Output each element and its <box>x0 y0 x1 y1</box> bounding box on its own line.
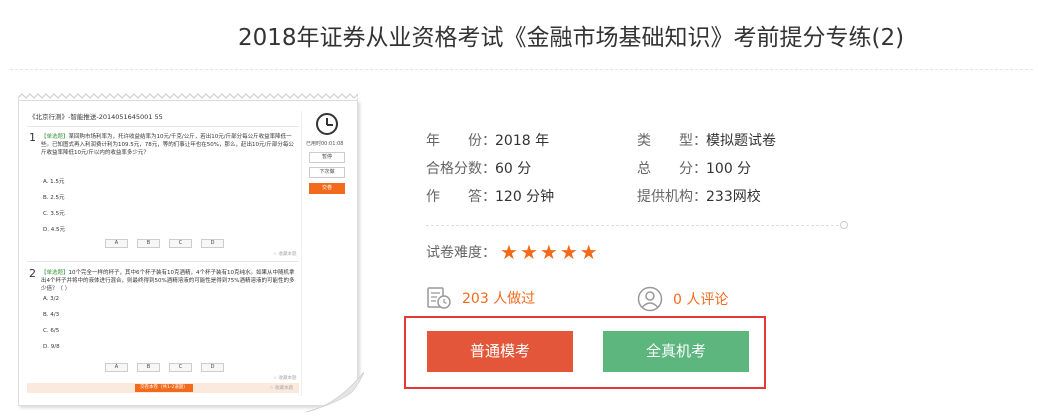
choice-c: C <box>169 239 192 248</box>
question-option: B. 2.5元 <box>43 195 65 201</box>
clock-icon <box>316 113 338 135</box>
star-icon: ★ <box>519 240 538 264</box>
star-icon: ★ <box>559 240 578 264</box>
paper-side-divider <box>301 111 302 396</box>
question-option: C. 6/5 <box>43 328 60 334</box>
info-year-label: 年 份： <box>426 133 496 149</box>
info-total-label: 总 分： <box>637 161 707 177</box>
choice-a: A <box>105 363 128 372</box>
choice-c: C <box>169 363 192 372</box>
info-time-label: 作 答： <box>426 189 496 205</box>
question-number: 1 <box>29 131 36 144</box>
info-pass-value: 60 分 <box>495 161 532 177</box>
document-clock-icon <box>427 287 451 309</box>
info-total: 总 分：100 分 <box>637 158 751 178</box>
choice-b: B <box>137 239 160 248</box>
star-icon: ★ <box>579 240 598 264</box>
choice-d: D <box>201 363 224 372</box>
user-avatar-icon <box>637 286 663 312</box>
question-text: 【单选题】某回购市场利率为，托许收益结率为10元/千克/公斤，若出10元/斤部分… <box>41 133 297 157</box>
later-button: 下次做 <box>309 167 345 178</box>
paper-submit-all: 交卷本卷（共1-2道题） <box>135 384 193 392</box>
star-icon: ★ <box>500 240 518 264</box>
info-year-value: 2018 年 <box>495 133 550 149</box>
question-option: A. 3/2 <box>43 296 60 302</box>
page-title: 2018年证券从业资格考试《金融市场基础知识》考前提分专练(2) <box>238 25 905 51</box>
question-number: 2 <box>29 267 36 280</box>
info-divider <box>426 225 844 226</box>
collect-link: ☆ 收藏本题 <box>273 252 297 257</box>
paper-sheet: 《北京行测》-智能推送-2014051645001 55 已用时00:01:08… <box>18 100 358 406</box>
choice-d: D <box>201 239 224 248</box>
difficulty-label: 试卷难度： <box>426 245 496 261</box>
star-icon: ★ <box>539 240 558 264</box>
comment-count: 0 人评论 <box>637 286 728 312</box>
normal-mock-exam-button[interactable]: 普通模考 <box>427 331 573 372</box>
info-org: 提供机构：233网校 <box>637 186 761 206</box>
info-type-label: 类 型： <box>637 133 707 149</box>
question-text: 【单选题】10个完全一样的杯子，其中6个杯子装有10克酒精，4个杯子装有10克纯… <box>41 269 297 293</box>
real-computer-exam-button[interactable]: 全真机考 <box>603 331 749 372</box>
collect-link: ☆ 收藏本题 <box>269 386 293 391</box>
info-pass: 合格分数：60 分 <box>426 158 531 178</box>
info-type: 类 型：模拟题试卷 <box>637 130 776 150</box>
question-body: 某回购市场利率为，托许收益结率为10元/千克/公斤，若出10元/斤部分每公斤收益… <box>41 134 294 156</box>
paper-timer: 已用时00:01:08 <box>306 141 344 147</box>
question-option: A. 1.5元 <box>43 179 65 185</box>
info-total-value: 100 分 <box>706 161 752 177</box>
difficulty-stars: ★ ★ ★ ★ ★ <box>500 242 598 262</box>
paper-header-line <box>27 126 299 127</box>
collect-link: ☆ 收藏本题 <box>273 376 297 381</box>
submit-button: 交卷 <box>309 183 345 194</box>
info-org-value: 233网校 <box>706 189 761 205</box>
question-body: 10个完全一样的杯子，其中6个杯子装有10克酒精，4个杯子装有10克纯水。如果从… <box>41 270 295 292</box>
page-curl <box>306 372 364 412</box>
paper-header: 《北京行测》-智能推送-2014051645001 55 <box>29 113 163 121</box>
question-option: B. 4/3 <box>43 312 60 318</box>
question-separator <box>27 261 299 262</box>
question-type: 【单选题】 <box>41 134 69 140</box>
paper-bottom-bar: 交卷本卷（共1-2道题） ☆ 收藏本题 <box>27 383 299 393</box>
question-type: 【单选题】 <box>41 270 69 276</box>
info-year: 年 份：2018 年 <box>426 130 549 150</box>
divider-dot <box>840 221 848 229</box>
question-option: C. 3.5元 <box>43 211 65 217</box>
info-org-label: 提供机构： <box>637 189 707 205</box>
choice-a: A <box>105 239 128 248</box>
info-time-value: 120 分钟 <box>495 189 555 205</box>
done-count: 203 人做过 <box>426 286 535 310</box>
question-option: D. 9/8 <box>43 344 60 350</box>
done-count-text: 203 人做过 <box>462 291 536 307</box>
question-option: D. 4.5元 <box>43 227 65 233</box>
info-pass-label: 合格分数： <box>426 161 496 177</box>
answer-choices: A B C D <box>105 239 224 248</box>
choice-b: B <box>137 363 160 372</box>
comment-count-text: 0 人评论 <box>673 292 729 308</box>
paper-preview[interactable]: 《北京行测》-智能推送-2014051645001 55 已用时00:01:08… <box>18 92 364 412</box>
title-divider <box>10 69 1033 70</box>
info-time: 作 答：120 分钟 <box>426 186 554 206</box>
difficulty: 试卷难度： ★ ★ ★ ★ ★ <box>426 242 598 262</box>
pause-button: 暂停 <box>309 152 345 163</box>
answer-choices: A B C D <box>105 363 224 372</box>
info-type-value: 模拟题试卷 <box>706 133 776 149</box>
